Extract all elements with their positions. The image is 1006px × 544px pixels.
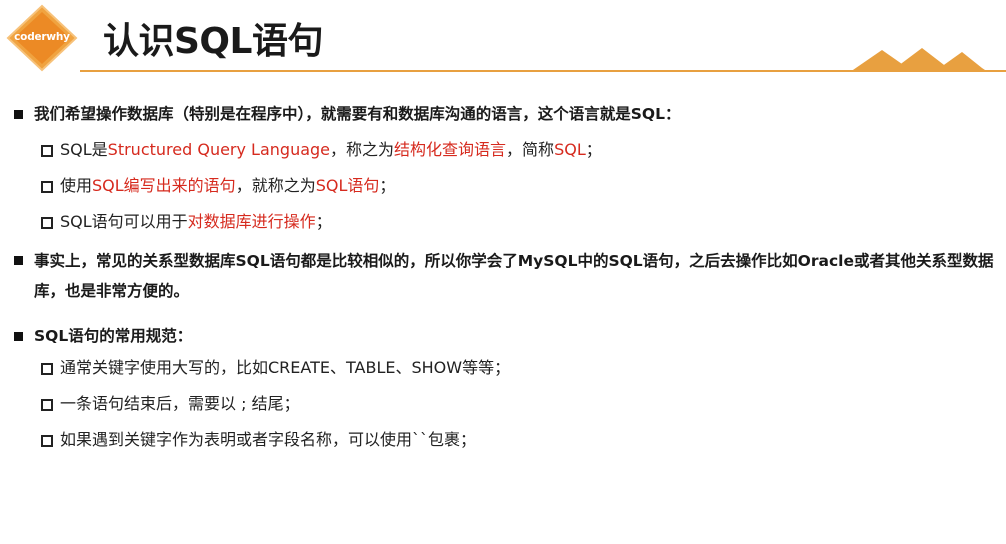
highlighted-text: 结构化查询语言: [394, 140, 507, 159]
bullet-heading-text: SQL语句的常用规范：: [34, 327, 193, 345]
sub-bullet-item: SQL语句可以用于对数据库进行操作；: [14, 204, 1004, 240]
highlighted-text: SQL: [554, 140, 586, 159]
square-bullet-icon: [14, 332, 23, 341]
bullet-heading-text: 事实上，常见的关系型数据库SQL语句都是比较相似的，所以你学会了MySQL中的S…: [34, 252, 994, 300]
page-title: 认识SQL语句: [103, 21, 323, 62]
sub-bullet-item: 使用SQL编写出来的语句，就称之为SQL语句；: [14, 168, 1004, 204]
item-text: ；: [379, 176, 396, 195]
item-text: ，称之为: [330, 140, 395, 159]
square-bullet-icon: [14, 256, 23, 265]
item-text: ，简称: [506, 140, 555, 159]
item-text: SQL语句可以用于: [60, 212, 188, 231]
bullet-heading-text: 我们希望操作数据库（特别是在程序中），就需要有和数据库沟通的语言，这个语言就是S…: [34, 105, 681, 123]
slide-content: 我们希望操作数据库（特别是在程序中），就需要有和数据库沟通的语言，这个语言就是S…: [14, 100, 1004, 458]
mountains-decoration: [850, 48, 988, 72]
sub-bullet-item: 通常关键字使用大写的，比如CREATE、TABLE、SHOW等等；: [14, 350, 1004, 386]
hollow-square-bullet-icon: [41, 435, 53, 447]
bullet-heading: 事实上，常见的关系型数据库SQL语句都是比较相似的，所以你学会了MySQL中的S…: [14, 246, 1006, 306]
item-text: 通常关键字使用大写的，比如CREATE、TABLE、SHOW等等；: [60, 358, 511, 377]
highlighted-text: SQL语句: [315, 176, 380, 195]
hollow-square-bullet-icon: [41, 145, 53, 157]
hollow-square-bullet-icon: [41, 181, 53, 193]
item-text: ，就称之为: [235, 176, 316, 195]
hollow-square-bullet-icon: [41, 399, 53, 411]
bullet-heading: SQL语句的常用规范：: [14, 322, 1004, 350]
item-text: ；: [315, 212, 332, 231]
highlighted-text: 对数据库进行操作: [187, 212, 316, 231]
item-text: 如果遇到关键字作为表明或者字段名称，可以使用``包裹；: [60, 430, 477, 449]
item-text: 一条语句结束后，需要以 ; 结尾；: [60, 394, 300, 413]
bullet-heading: 我们希望操作数据库（特别是在程序中），就需要有和数据库沟通的语言，这个语言就是S…: [14, 100, 1004, 128]
item-text: 使用: [60, 176, 93, 195]
item-text: ；: [585, 140, 602, 159]
coderwhy-logo: coderwhy: [6, 4, 78, 72]
highlighted-text: Structured Query Language: [107, 140, 331, 159]
hollow-square-bullet-icon: [41, 363, 53, 375]
highlighted-text: SQL编写出来的语句: [92, 176, 236, 195]
hollow-square-bullet-icon: [41, 217, 53, 229]
sub-bullet-item: SQL是Structured Query Language，称之为结构化查询语言…: [14, 132, 1004, 168]
sub-bullet-item: 如果遇到关键字作为表明或者字段名称，可以使用``包裹；: [14, 422, 1004, 458]
square-bullet-icon: [14, 110, 23, 119]
sub-bullet-item: 一条语句结束后，需要以 ; 结尾；: [14, 386, 1004, 422]
logo-text: coderwhy: [14, 31, 70, 43]
item-text: SQL是: [60, 140, 108, 159]
